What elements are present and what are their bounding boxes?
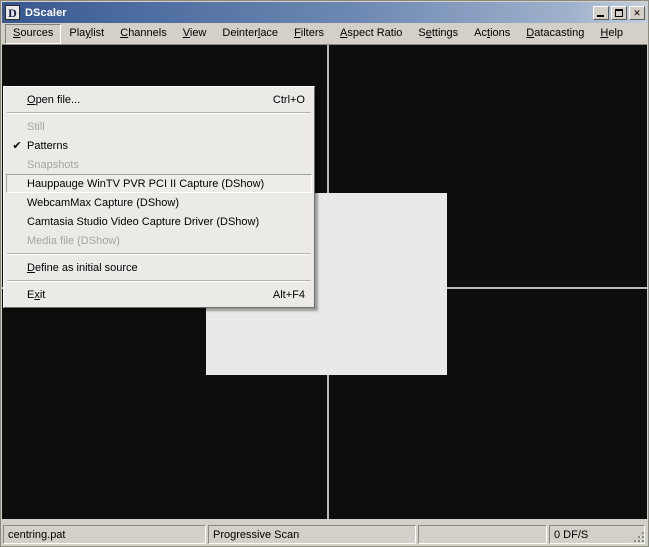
menu-item-accelerator: Alt+F4 [251,289,305,301]
menu-item-label: Open file... [27,94,251,106]
menu-aspect-ratio[interactable]: Aspect Ratio [332,24,410,44]
menu-item-label: Patterns [27,140,305,152]
menu-channels[interactable]: Channels [112,24,175,44]
menu-item-still: Still [6,117,312,136]
status-dropped-frames: 0 DF/S [549,525,645,544]
menu-item-media-file: Media file (DShow) [6,231,312,250]
menu-bar: Sources Playlist Channels View Deinterla… [2,24,647,44]
window-title: DScaler [25,7,593,19]
menu-actions[interactable]: Actions [466,24,518,44]
menu-item-camtasia-video-capture[interactable]: Camtasia Studio Video Capture Driver (DS… [6,212,312,231]
client-area: Open file... Ctrl+O Still ✔ Patterns Sna… [2,44,647,523]
menu-item-hauppauge-wintv-pvr[interactable]: Hauppauge WinTV PVR PCI II Capture (DSho… [6,174,312,193]
dscaler-main-window: D DScaler ✕ Sources Playlist Channels Vi… [0,0,649,547]
dscaler-app-icon: D [5,5,20,20]
menu-item-patterns[interactable]: ✔ Patterns [6,136,312,155]
menu-sources[interactable]: Sources [5,24,61,44]
menu-deinterlace[interactable]: Deinterlace [214,24,286,44]
checkmark-icon: ✔ [7,140,27,152]
menu-item-accelerator: Ctrl+O [251,94,305,106]
menu-datacasting[interactable]: Datacasting [518,24,592,44]
resize-grip[interactable] [632,530,646,544]
sources-dropdown-menu: Open file... Ctrl+O Still ✔ Patterns Sna… [3,86,315,308]
menu-help[interactable]: Help [592,24,631,44]
menu-separator [7,253,311,255]
menu-view[interactable]: View [175,24,215,44]
window-controls: ✕ [593,6,645,20]
maximize-button[interactable] [611,6,627,20]
menu-item-label: Media file (DShow) [27,235,305,247]
status-scan-mode: Progressive Scan [208,525,416,544]
status-bar: centring.pat Progressive Scan 0 DF/S [2,523,647,545]
close-icon: ✕ [630,7,644,19]
menu-settings[interactable]: Settings [410,24,466,44]
minimize-button[interactable] [593,6,609,20]
maximize-icon [615,9,623,17]
menu-item-label: Define as initial source [27,262,305,274]
menu-filters[interactable]: Filters [286,24,332,44]
menu-separator [7,280,311,282]
menu-item-label: Snapshots [27,159,305,171]
title-bar[interactable]: D DScaler ✕ [2,2,647,23]
menu-item-open-file[interactable]: Open file... Ctrl+O [6,90,312,109]
menu-separator [7,112,311,114]
status-empty-info [418,525,547,544]
minimize-icon [597,15,604,17]
menu-playlist[interactable]: Playlist [61,24,112,44]
menu-item-webcammax-capture[interactable]: WebcamMax Capture (DShow) [6,193,312,212]
menu-item-snapshots: Snapshots [6,155,312,174]
menu-item-label: WebcamMax Capture (DShow) [27,197,305,209]
menu-item-define-as-initial-source[interactable]: Define as initial source [6,258,312,277]
menu-item-label: Exit [27,289,251,301]
menu-item-label: Hauppauge WinTV PVR PCI II Capture (DSho… [27,178,305,190]
menu-item-label: Camtasia Studio Video Capture Driver (DS… [27,216,305,228]
menu-item-exit[interactable]: Exit Alt+F4 [6,285,312,304]
status-source-file: centring.pat [3,525,206,544]
close-button[interactable]: ✕ [629,6,645,20]
menu-item-label: Still [27,121,305,133]
